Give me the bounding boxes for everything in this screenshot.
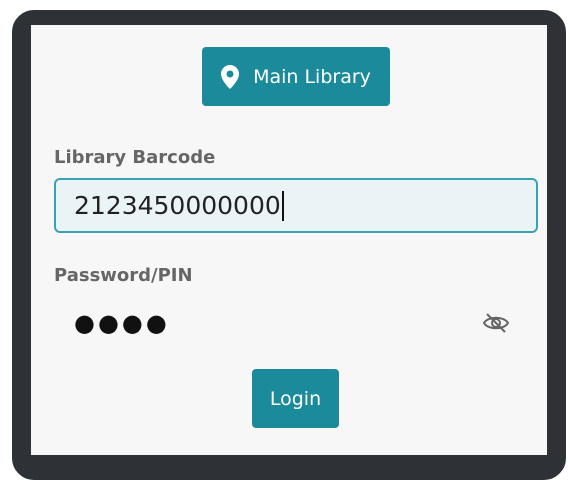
device-frame: Main Library Library Barcode 21234500000… (12, 10, 566, 480)
map-pin-icon (221, 64, 240, 89)
pin-input[interactable]: ●●●● (54, 295, 538, 350)
location-button[interactable]: Main Library (202, 47, 390, 106)
barcode-input[interactable]: 2123450000000 (54, 178, 538, 233)
text-caret (281, 190, 284, 221)
login-panel: Main Library Library Barcode 21234500000… (31, 25, 547, 455)
barcode-label: Library Barcode (54, 147, 216, 168)
pin-masked-value: ●●●● (74, 308, 170, 337)
login-button-label: Login (269, 387, 322, 410)
eye-off-icon[interactable] (482, 312, 510, 334)
pin-label: Password/PIN (54, 265, 193, 286)
barcode-value: 2123450000000 (74, 191, 281, 220)
location-button-label: Main Library (253, 65, 371, 88)
login-button[interactable]: Login (252, 369, 339, 428)
